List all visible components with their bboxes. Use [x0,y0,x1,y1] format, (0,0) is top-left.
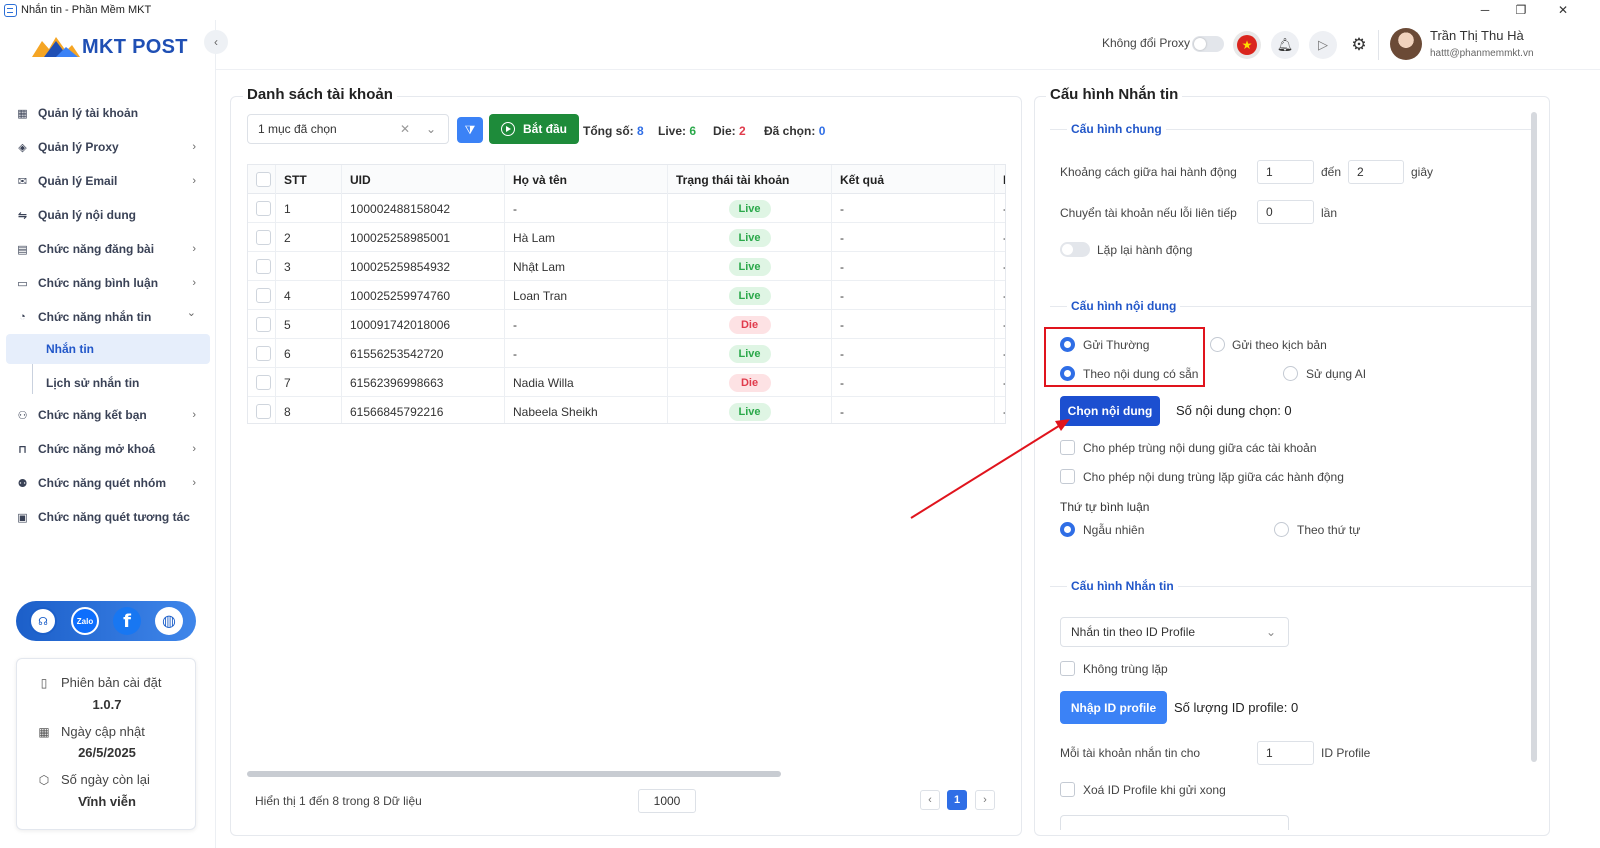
collapse-sidebar-button[interactable]: ‹ [204,30,228,54]
chevron-left-icon: ‹ [214,35,218,49]
annotation-arrow [910,419,1070,519]
